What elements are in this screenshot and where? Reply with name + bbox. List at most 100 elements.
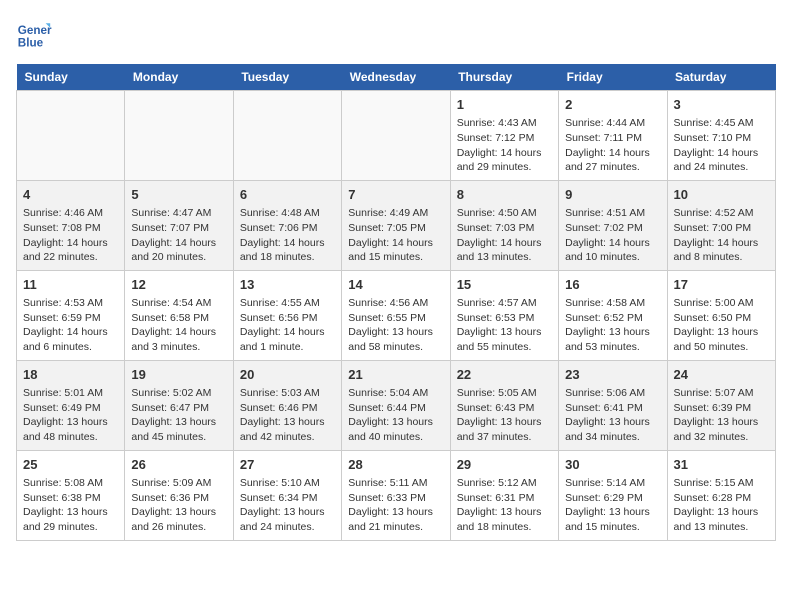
day-number: 24 — [674, 366, 769, 384]
day-info: Sunrise: 4:44 AM Sunset: 7:11 PM Dayligh… — [565, 116, 660, 175]
calendar-cell: 15 Sunrise: 4:57 AM Sunset: 6:53 PM Dayli… — [450, 270, 558, 360]
day-info: Sunrise: 4:48 AM Sunset: 7:06 PM Dayligh… — [240, 206, 335, 265]
calendar-table: SundayMondayTuesdayWednesdayThursdayFrid… — [16, 64, 776, 541]
day-number: 31 — [674, 456, 769, 474]
calendar-cell: 10 Sunrise: 4:52 AM Sunset: 7:00 PM Dayli… — [667, 180, 775, 270]
day-number: 11 — [23, 276, 118, 294]
dow-header-saturday: Saturday — [667, 64, 775, 91]
calendar-cell: 14 Sunrise: 4:56 AM Sunset: 6:55 PM Dayli… — [342, 270, 450, 360]
calendar-cell: 23Sunrise: 5:06 AM Sunset: 6:41 PM Dayli… — [559, 360, 667, 450]
week-row-5: 25 Sunrise: 5:08 AM Sunset: 6:38 PM Dayli… — [17, 450, 776, 540]
day-number: 29 — [457, 456, 552, 474]
day-number: 2 — [565, 96, 660, 114]
calendar-cell: 7 Sunrise: 4:49 AM Sunset: 7:05 PM Daylig… — [342, 180, 450, 270]
day-number: 3 — [674, 96, 769, 114]
calendar-cell: 4Sunrise: 4:46 AM Sunset: 7:08 PM Daylig… — [17, 180, 125, 270]
calendar-cell: 27 Sunrise: 5:10 AM Sunset: 6:34 PM Dayli… — [233, 450, 341, 540]
day-number: 6 — [240, 186, 335, 204]
calendar-cell — [17, 91, 125, 181]
day-number: 27 — [240, 456, 335, 474]
day-info: Sunrise: 5:01 AM Sunset: 6:49 PM Dayligh… — [23, 386, 118, 445]
day-info: Sunrise: 5:00 AM Sunset: 6:50 PM Dayligh… — [674, 296, 769, 355]
day-number: 8 — [457, 186, 552, 204]
day-number: 16 — [565, 276, 660, 294]
day-number: 20 — [240, 366, 335, 384]
day-info: Sunrise: 5:05 AM Sunset: 6:43 PM Dayligh… — [457, 386, 552, 445]
day-number: 7 — [348, 186, 443, 204]
calendar-cell: 31Sunrise: 5:15 AM Sunset: 6:28 PM Dayli… — [667, 450, 775, 540]
day-number: 28 — [348, 456, 443, 474]
day-info: Sunrise: 5:14 AM Sunset: 6:29 PM Dayligh… — [565, 476, 660, 535]
calendar-cell — [233, 91, 341, 181]
day-number: 5 — [131, 186, 226, 204]
day-info: Sunrise: 4:55 AM Sunset: 6:56 PM Dayligh… — [240, 296, 335, 355]
day-info: Sunrise: 4:51 AM Sunset: 7:02 PM Dayligh… — [565, 206, 660, 265]
day-number: 30 — [565, 456, 660, 474]
calendar-cell: 30 Sunrise: 5:14 AM Sunset: 6:29 PM Dayli… — [559, 450, 667, 540]
day-info: Sunrise: 5:12 AM Sunset: 6:31 PM Dayligh… — [457, 476, 552, 535]
day-number: 9 — [565, 186, 660, 204]
day-info: Sunrise: 5:06 AM Sunset: 6:41 PM Dayligh… — [565, 386, 660, 445]
calendar-cell: 25 Sunrise: 5:08 AM Sunset: 6:38 PM Dayli… — [17, 450, 125, 540]
week-row-3: 11Sunrise: 4:53 AM Sunset: 6:59 PM Dayli… — [17, 270, 776, 360]
day-info: Sunrise: 5:11 AM Sunset: 6:33 PM Dayligh… — [348, 476, 443, 535]
week-row-4: 18 Sunrise: 5:01 AM Sunset: 6:49 PM Dayli… — [17, 360, 776, 450]
day-number: 22 — [457, 366, 552, 384]
day-info: Sunrise: 4:58 AM Sunset: 6:52 PM Dayligh… — [565, 296, 660, 355]
day-number: 25 — [23, 456, 118, 474]
day-info: Sunrise: 5:09 AM Sunset: 6:36 PM Dayligh… — [131, 476, 226, 535]
day-number: 15 — [457, 276, 552, 294]
svg-text:General: General — [18, 24, 52, 37]
calendar-cell: 28 Sunrise: 5:11 AM Sunset: 6:33 PM Dayli… — [342, 450, 450, 540]
calendar-cell: 22 Sunrise: 5:05 AM Sunset: 6:43 PM Dayli… — [450, 360, 558, 450]
calendar-cell: 5 Sunrise: 4:47 AM Sunset: 7:07 PM Daylig… — [125, 180, 233, 270]
logo-icon: General Blue — [16, 16, 52, 52]
calendar-cell: 1Sunrise: 4:43 AM Sunset: 7:12 PM Daylig… — [450, 91, 558, 181]
day-number: 14 — [348, 276, 443, 294]
calendar-cell: 8 Sunrise: 4:50 AM Sunset: 7:03 PM Daylig… — [450, 180, 558, 270]
calendar-cell: 13 Sunrise: 4:55 AM Sunset: 6:56 PM Dayli… — [233, 270, 341, 360]
calendar-cell: 26 Sunrise: 5:09 AM Sunset: 6:36 PM Dayli… — [125, 450, 233, 540]
calendar-cell: 18 Sunrise: 5:01 AM Sunset: 6:49 PM Dayli… — [17, 360, 125, 450]
dow-header-thursday: Thursday — [450, 64, 558, 91]
day-info: Sunrise: 4:56 AM Sunset: 6:55 PM Dayligh… — [348, 296, 443, 355]
calendar-cell: 24 Sunrise: 5:07 AM Sunset: 6:39 PM Dayli… — [667, 360, 775, 450]
calendar-cell — [125, 91, 233, 181]
calendar-cell: 17 Sunrise: 5:00 AM Sunset: 6:50 PM Dayli… — [667, 270, 775, 360]
calendar-cell: 12 Sunrise: 4:54 AM Sunset: 6:58 PM Dayli… — [125, 270, 233, 360]
day-number: 18 — [23, 366, 118, 384]
day-of-week-header: SundayMondayTuesdayWednesdayThursdayFrid… — [17, 64, 776, 91]
day-info: Sunrise: 5:02 AM Sunset: 6:47 PM Dayligh… — [131, 386, 226, 445]
day-info: Sunrise: 4:52 AM Sunset: 7:00 PM Dayligh… — [674, 206, 769, 265]
svg-text:Blue: Blue — [18, 37, 44, 50]
day-info: Sunrise: 4:49 AM Sunset: 7:05 PM Dayligh… — [348, 206, 443, 265]
day-number: 26 — [131, 456, 226, 474]
day-info: Sunrise: 5:10 AM Sunset: 6:34 PM Dayligh… — [240, 476, 335, 535]
logo: General Blue — [16, 16, 52, 52]
day-info: Sunrise: 4:54 AM Sunset: 6:58 PM Dayligh… — [131, 296, 226, 355]
day-number: 21 — [348, 366, 443, 384]
calendar-cell: 11Sunrise: 4:53 AM Sunset: 6:59 PM Dayli… — [17, 270, 125, 360]
day-number: 17 — [674, 276, 769, 294]
calendar-cell: 16 Sunrise: 4:58 AM Sunset: 6:52 PM Dayli… — [559, 270, 667, 360]
day-number: 1 — [457, 96, 552, 114]
day-info: Sunrise: 5:04 AM Sunset: 6:44 PM Dayligh… — [348, 386, 443, 445]
day-info: Sunrise: 4:57 AM Sunset: 6:53 PM Dayligh… — [457, 296, 552, 355]
day-number: 4 — [23, 186, 118, 204]
dow-header-tuesday: Tuesday — [233, 64, 341, 91]
calendar-cell: 2 Sunrise: 4:44 AM Sunset: 7:11 PM Daylig… — [559, 91, 667, 181]
calendar-cell: 6 Sunrise: 4:48 AM Sunset: 7:06 PM Daylig… — [233, 180, 341, 270]
day-number: 13 — [240, 276, 335, 294]
day-number: 10 — [674, 186, 769, 204]
calendar-cell: 29 Sunrise: 5:12 AM Sunset: 6:31 PM Dayli… — [450, 450, 558, 540]
day-number: 12 — [131, 276, 226, 294]
day-info: Sunrise: 5:08 AM Sunset: 6:38 PM Dayligh… — [23, 476, 118, 535]
day-info: Sunrise: 4:47 AM Sunset: 7:07 PM Dayligh… — [131, 206, 226, 265]
calendar-cell: 21 Sunrise: 5:04 AM Sunset: 6:44 PM Dayli… — [342, 360, 450, 450]
week-row-2: 4Sunrise: 4:46 AM Sunset: 7:08 PM Daylig… — [17, 180, 776, 270]
page-header: General Blue — [16, 16, 776, 52]
day-info: Sunrise: 4:50 AM Sunset: 7:03 PM Dayligh… — [457, 206, 552, 265]
day-info: Sunrise: 5:03 AM Sunset: 6:46 PM Dayligh… — [240, 386, 335, 445]
calendar-cell: 19Sunrise: 5:02 AM Sunset: 6:47 PM Dayli… — [125, 360, 233, 450]
day-info: Sunrise: 5:07 AM Sunset: 6:39 PM Dayligh… — [674, 386, 769, 445]
